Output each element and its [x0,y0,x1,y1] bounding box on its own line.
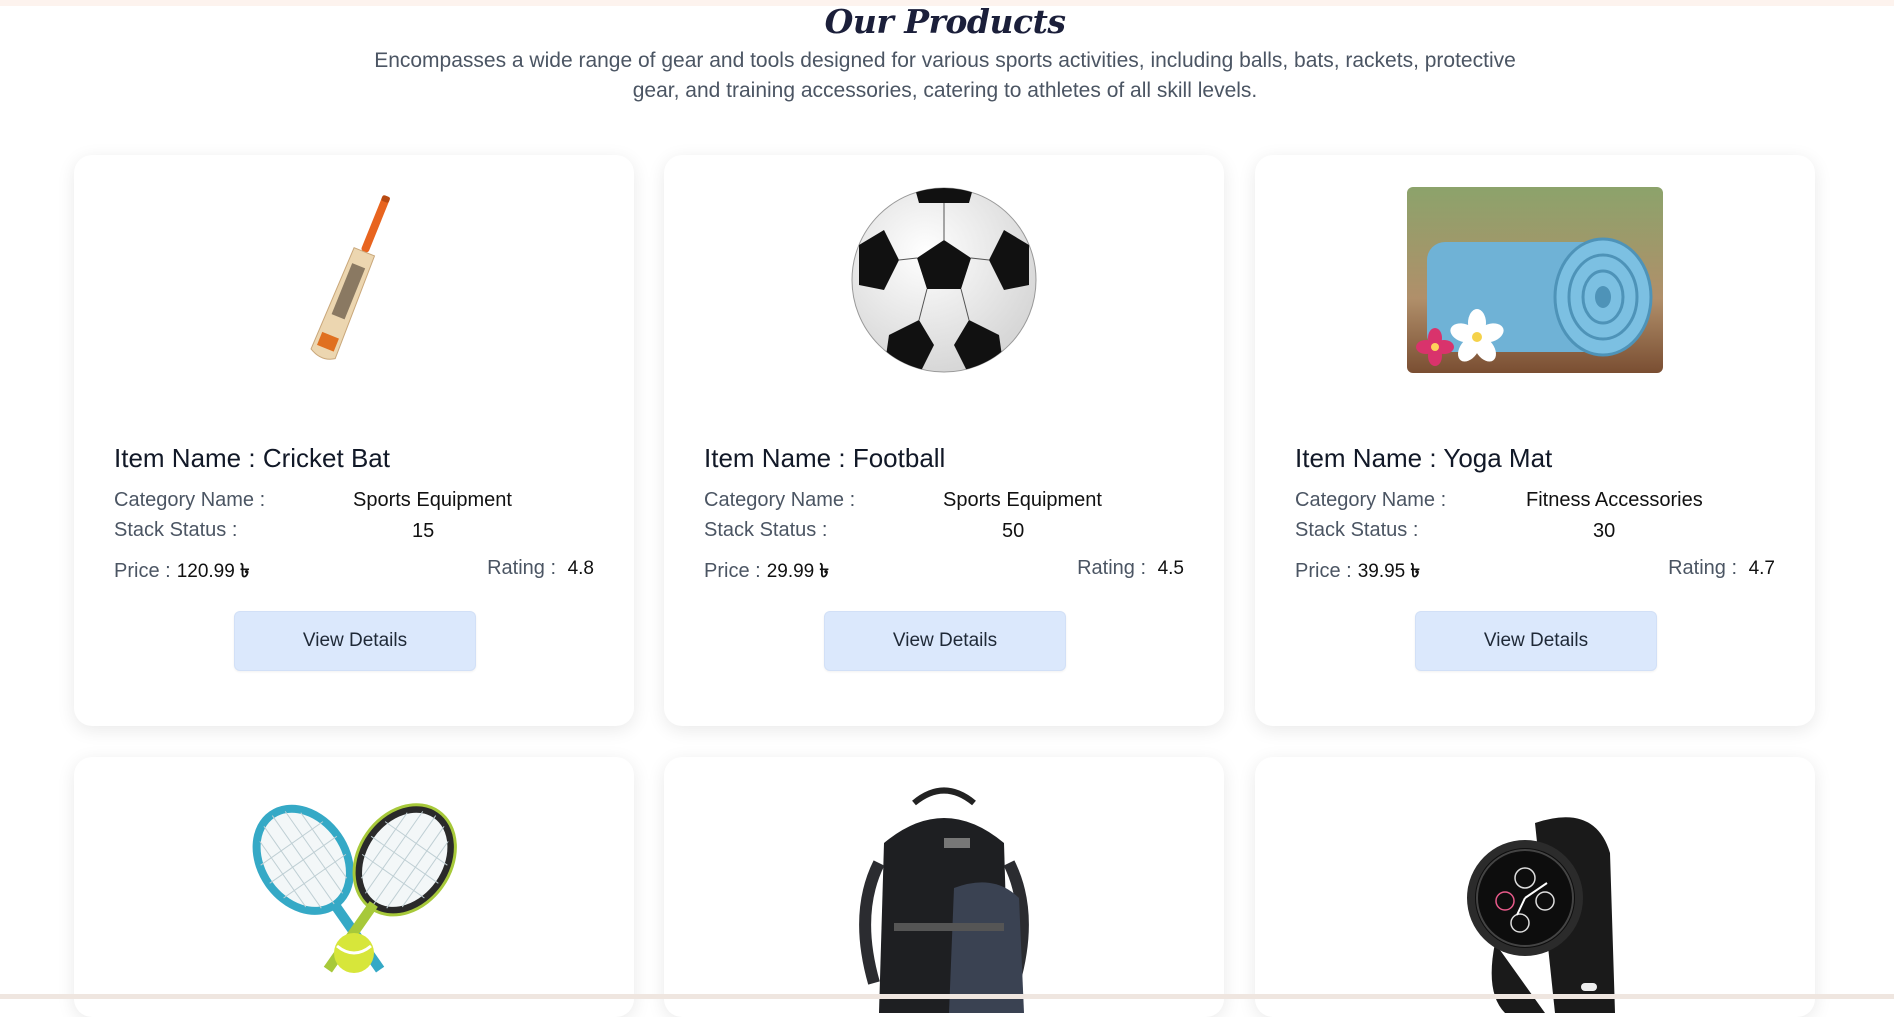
item-name: Item Name : Football [704,443,945,474]
cricket-bat-image [74,185,634,375]
yoga-mat-image [1255,185,1815,375]
price-row: Price :39.95 ৳ Rating : 4.7 [1295,557,1775,589]
item-name-value: Cricket Bat [262,443,390,473]
stock-label: Stack Status : [114,519,238,541]
page-title: Our Products [824,2,1066,41]
stock-value: 50 [1002,520,1025,542]
item-name: Item Name : Yoga Mat [1295,443,1552,474]
product-card: Item Name : Cricket Bat Category Name : … [74,155,634,726]
rating: Rating : 4.5 [1077,557,1184,580]
category-value: Sports Equipment [353,489,512,511]
tennis-rackets-image [74,783,634,1013]
stock-value: 30 [1593,520,1616,542]
category-label: Category Name : [704,489,856,511]
item-name-label: Item Name : [114,443,256,473]
category-value: Sports Equipment [943,489,1102,511]
product-card [664,757,1224,1017]
rating: Rating : 4.7 [1668,557,1775,580]
price-label: Price : [704,560,761,582]
price-label: Price : [1295,560,1352,582]
rating-value: 4.5 [1157,558,1184,579]
football-image [664,185,1224,375]
item-name-value: Football [852,443,946,473]
rating-label: Rating : [1077,557,1147,579]
stock-value: 15 [412,520,435,542]
view-details-button[interactable]: View Details [234,611,476,671]
rating-label: Rating : [1668,557,1738,579]
product-card: Item Name : Football Category Name : Spo… [664,155,1224,726]
product-card [74,757,634,1017]
backpack-image [664,783,1224,1013]
item-name-label: Item Name : [1295,443,1437,473]
price-value: 29.99 ৳ [766,561,829,582]
item-name: Item Name : Cricket Bat [114,443,390,474]
view-details-button[interactable]: View Details [1415,611,1657,671]
stock-label: Stack Status : [704,519,828,541]
bottom-strip [0,994,1894,999]
product-card [1255,757,1815,1017]
category-label: Category Name : [1295,489,1447,511]
price-row: Price :120.99 ৳ Rating : 4.8 [114,557,594,589]
price-value: 120.99 ৳ [176,561,250,582]
item-name-value: Yoga Mat [1443,443,1553,473]
page-subtitle: Encompasses a wide range of gear and too… [374,49,1516,102]
rating-value: 4.8 [567,558,594,579]
view-details-button[interactable]: View Details [824,611,1066,671]
stock-label: Stack Status : [1295,519,1419,541]
rating: Rating : 4.8 [487,557,594,580]
category-label: Category Name : [114,489,266,511]
price-row: Price :29.99 ৳ Rating : 4.5 [704,557,1184,589]
price-label: Price : [114,560,171,582]
category-value: Fitness Accessories [1526,489,1703,511]
price-value: 39.95 ৳ [1357,561,1420,582]
rating-label: Rating : [487,557,557,579]
item-name-label: Item Name : [704,443,846,473]
rating-value: 4.7 [1748,558,1775,579]
product-card: Item Name : Yoga Mat Category Name : Fit… [1255,155,1815,726]
smartwatch-image [1255,783,1815,1013]
